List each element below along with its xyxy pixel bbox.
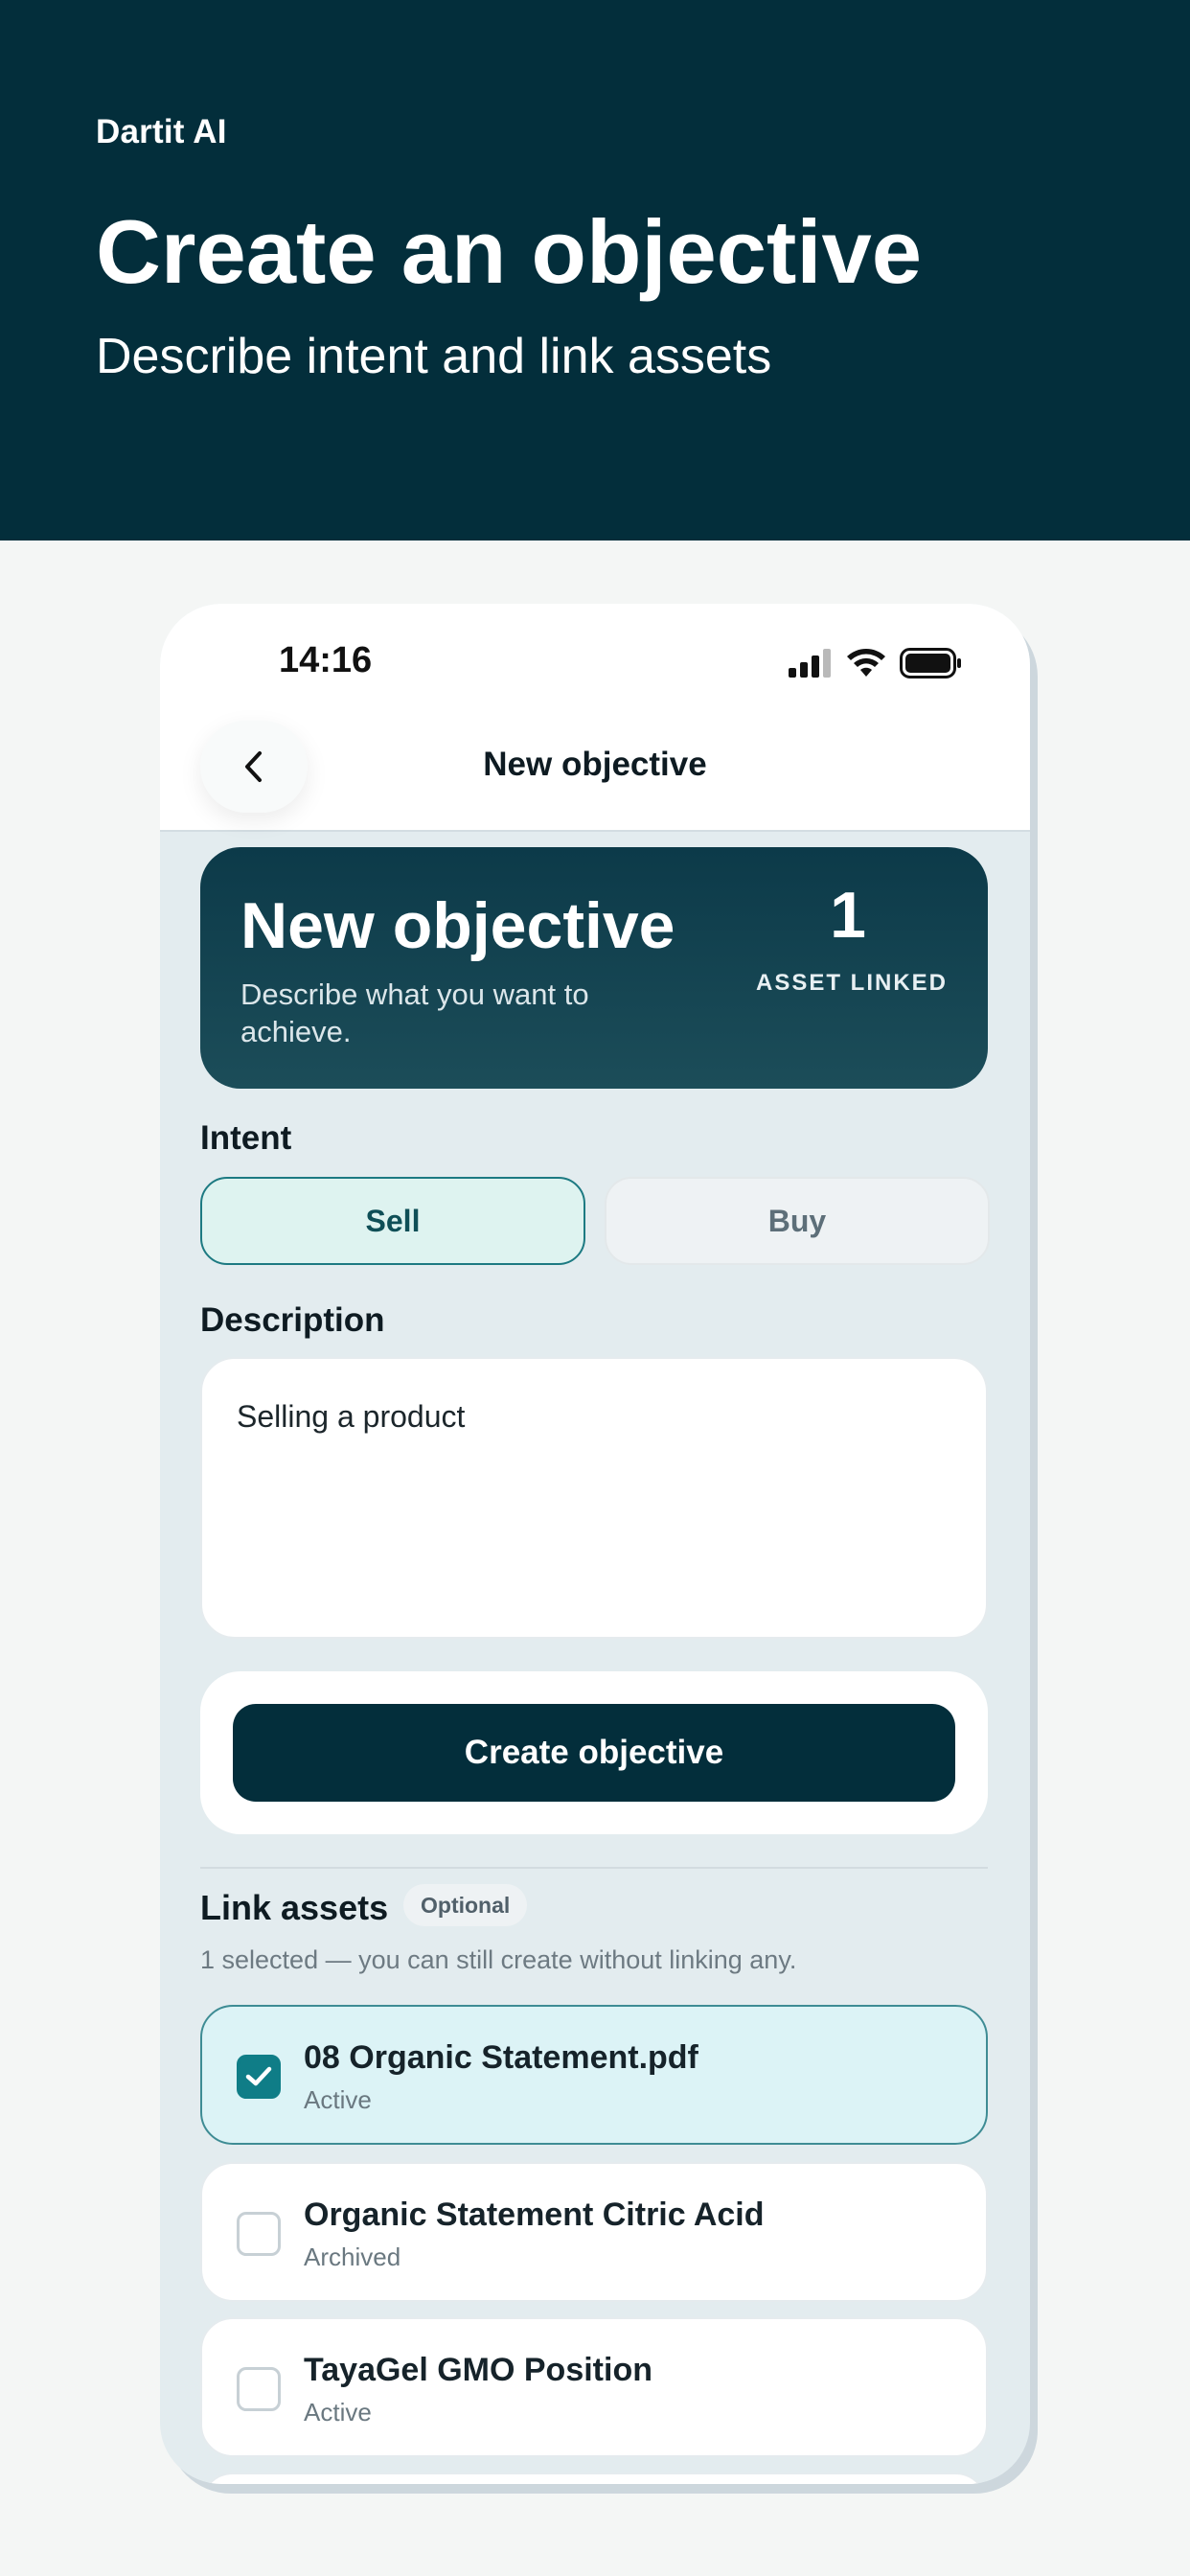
status-time: 14:16 [279,640,373,680]
asset-item[interactable]: Organic Statement Citric Acid Archived [200,2162,988,2302]
asset-item-partial [200,2472,988,2484]
wifi-icon [847,649,885,677]
section-divider [200,1867,988,1869]
asset-status: Active [304,2085,372,2114]
asset-name: TayaGel GMO Position [304,2352,652,2388]
phone-screen: 14:16 New objective New objective Descri… [160,604,1030,2484]
intent-label: Intent [200,1119,292,1157]
asset-name: 08 Organic Statement.pdf [304,2039,698,2076]
intent-sell-option[interactable]: Sell [200,1177,585,1265]
asset-name: Organic Statement Citric Acid [304,2196,765,2233]
asset-item[interactable]: TayaGel GMO Position Active [200,2317,988,2457]
create-objective-button[interactable]: Create objective [233,1704,955,1802]
nav-title: New objective [483,746,707,783]
status-icons [789,644,963,682]
asset-item[interactable]: 08 Organic Statement.pdf Active [200,2005,988,2145]
brand-name: Dartit AI [96,113,227,150]
promo-headline: Create an objective [96,201,923,302]
description-textarea[interactable]: Selling a product [200,1357,988,1639]
promo-banner: Dartit AI Create an objective Describe i… [0,0,1190,540]
asset-status: Active [304,2398,372,2426]
asset-count-label: ASSET LINKED [755,970,948,996]
link-assets-title: Link assets [200,1888,389,1927]
hero-title: New objective [240,889,675,962]
asset-checkbox[interactable] [237,2212,281,2256]
description-label: Description [200,1301,385,1339]
asset-checkbox[interactable] [237,2367,281,2411]
optional-badge: Optional [403,1884,528,1926]
asset-count: 1 [830,879,866,952]
asset-checkbox-checked[interactable] [237,2055,281,2099]
link-assets-helper: 1 selected — you can still create withou… [200,1945,797,1974]
intent-buy-option[interactable]: Buy [605,1177,990,1265]
promo-subline: Describe intent and link assets [96,329,772,384]
create-button-container: Create objective [200,1671,988,1834]
signal-icon [789,649,831,678]
hero-description: Describe what you want to achieve. [240,978,589,1048]
hero-card: New objective Describe what you want to … [200,847,988,1089]
asset-status: Archived [304,2242,401,2271]
checkmark-icon [245,2066,272,2086]
top-bar: 14:16 New objective [160,604,1030,832]
battery-icon [900,648,961,678]
